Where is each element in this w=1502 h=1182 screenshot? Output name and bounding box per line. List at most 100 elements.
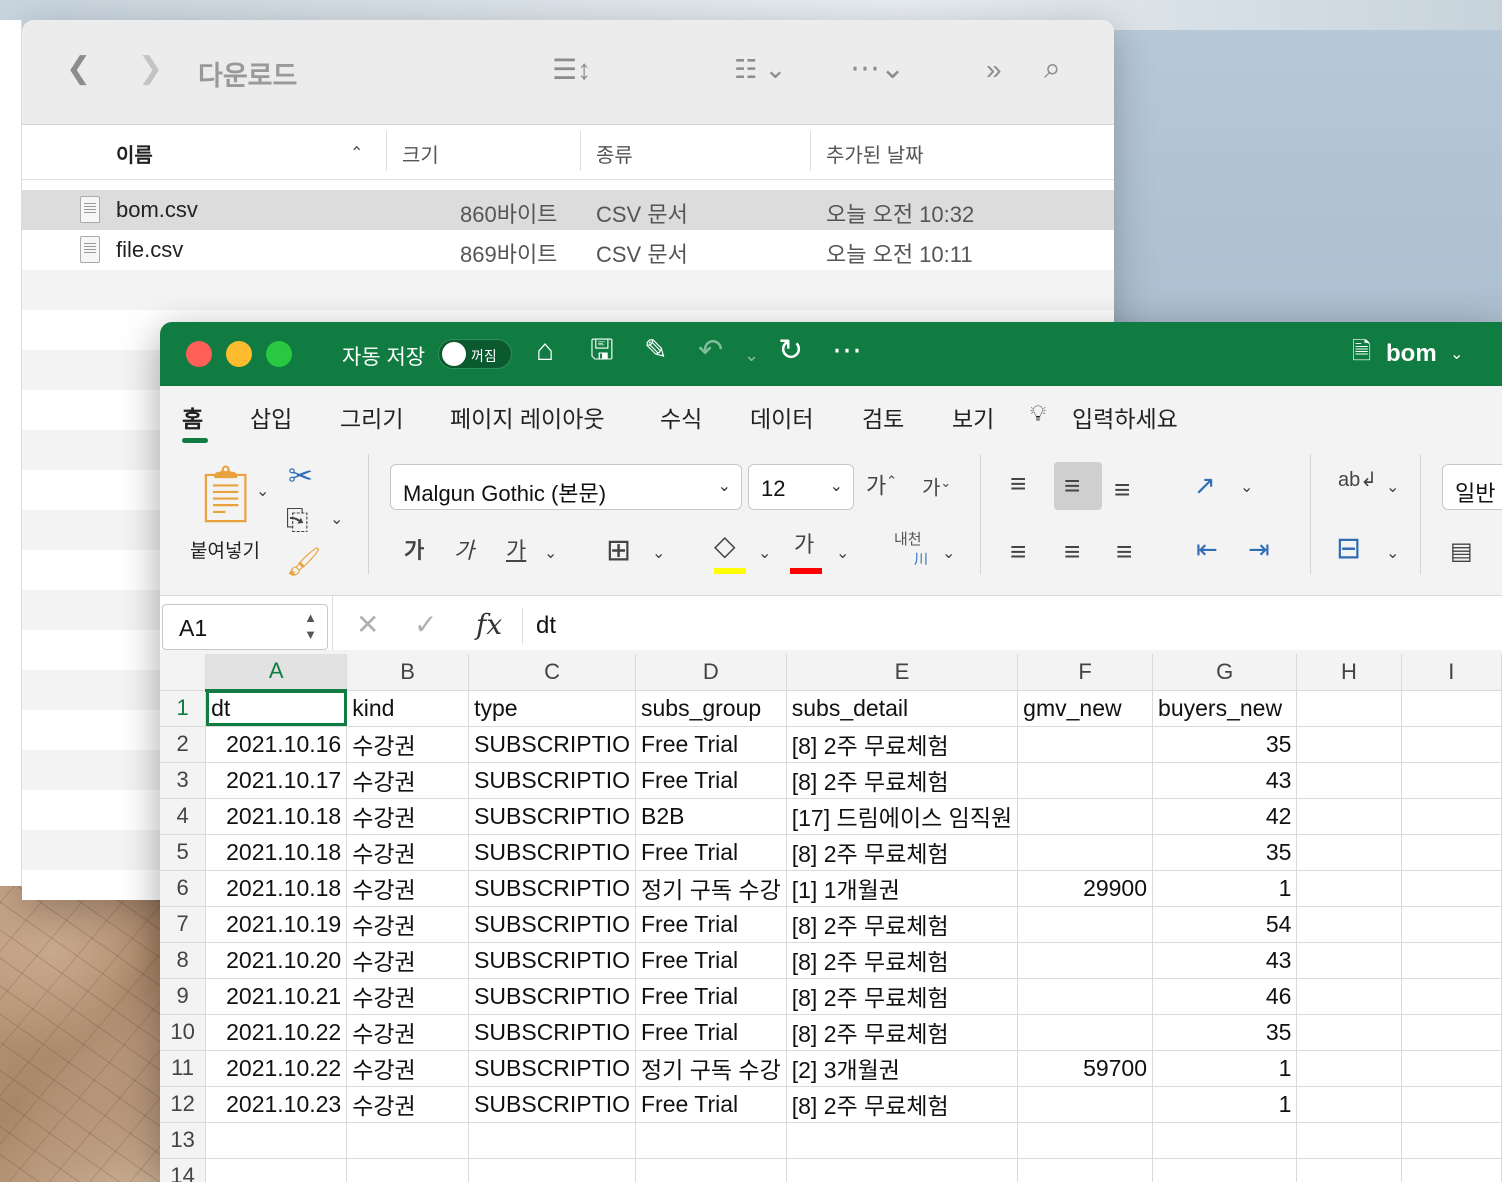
align-top-icon[interactable]: ≡: [1010, 470, 1026, 498]
column-size[interactable]: 크기: [402, 139, 439, 168]
cell[interactable]: [1296, 726, 1402, 763]
cell[interactable]: [205, 1158, 348, 1182]
save-icon[interactable]: 🖫: [590, 336, 614, 364]
cell[interactable]: SUBSCRIPTIO: [468, 942, 636, 979]
row-header[interactable]: 14: [160, 1158, 207, 1182]
tab-data[interactable]: 데이터: [750, 400, 813, 434]
cell[interactable]: [346, 1158, 470, 1182]
redo-icon[interactable]: ↻: [778, 336, 803, 366]
back-icon[interactable]: ❮: [66, 54, 91, 84]
column-header[interactable]: D: [635, 654, 787, 691]
cell[interactable]: [8] 2주 무료체험: [786, 1014, 1019, 1051]
cell[interactable]: [1401, 798, 1502, 835]
cell[interactable]: [1401, 726, 1502, 763]
cell[interactable]: [1296, 762, 1402, 799]
cell[interactable]: Free Trial: [635, 1086, 787, 1123]
column-header[interactable]: E: [786, 654, 1019, 691]
cell[interactable]: [1296, 690, 1402, 727]
cell[interactable]: [1017, 942, 1154, 979]
row-header[interactable]: 6: [160, 870, 207, 907]
cell[interactable]: 2021.10.20: [205, 942, 348, 979]
name-box-stepper-icon[interactable]: ▲ ▼: [304, 609, 317, 643]
cell[interactable]: [1017, 834, 1154, 871]
cell[interactable]: 43: [1152, 942, 1298, 979]
cell[interactable]: SUBSCRIPTIO: [468, 906, 636, 943]
column-header[interactable]: H: [1296, 654, 1402, 691]
cell[interactable]: [1401, 1014, 1502, 1051]
cell[interactable]: [468, 1122, 636, 1159]
column-kind[interactable]: 종류: [596, 139, 633, 168]
font-color-button[interactable]: 가: [794, 534, 814, 556]
format-painter-icon[interactable]: 🖌︎: [286, 548, 322, 576]
cell[interactable]: SUBSCRIPTIO: [468, 870, 636, 907]
close-button[interactable]: [186, 341, 212, 367]
tab-formulas[interactable]: 수식: [660, 400, 702, 434]
cell[interactable]: SUBSCRIPTIO: [468, 1014, 636, 1051]
cell[interactable]: SUBSCRIPTIO: [468, 798, 636, 835]
paste-dropdown-icon[interactable]: ⌄: [256, 484, 269, 500]
wrap-text-dropdown-icon[interactable]: ⌄: [1386, 480, 1399, 496]
merge-dropdown-icon[interactable]: ⌄: [1386, 546, 1399, 562]
phonetic-dropdown-icon[interactable]: ⌄: [942, 546, 955, 562]
overflow-icon[interactable]: »: [986, 56, 1002, 84]
cell[interactable]: 2021.10.22: [205, 1014, 348, 1051]
cell[interactable]: [1] 1개월권: [786, 870, 1019, 907]
list-view-icon[interactable]: ☰↕: [552, 56, 591, 84]
column-header[interactable]: I: [1401, 654, 1502, 691]
cell[interactable]: subs_detail: [786, 690, 1019, 727]
decrease-indent-icon[interactable]: ⇤: [1196, 536, 1218, 562]
align-bottom-icon[interactable]: ≡: [1114, 476, 1130, 504]
column-name[interactable]: 이름: [116, 139, 153, 168]
enter-icon[interactable]: ✓: [414, 608, 437, 641]
cell[interactable]: 수강권: [346, 1086, 470, 1123]
cell[interactable]: 수강권: [346, 870, 470, 907]
cell[interactable]: [1017, 1014, 1154, 1051]
cell[interactable]: SUBSCRIPTIO: [468, 726, 636, 763]
cell[interactable]: [1017, 798, 1154, 835]
more-icon[interactable]: ⋯: [832, 336, 862, 366]
cell[interactable]: subs_group: [635, 690, 787, 727]
cell[interactable]: [1401, 870, 1502, 907]
cell[interactable]: [8] 2주 무료체험: [786, 906, 1019, 943]
tab-view[interactable]: 보기: [952, 400, 994, 434]
fill-color-dropdown-icon[interactable]: ⌄: [758, 546, 771, 562]
cell[interactable]: SUBSCRIPTIO: [468, 762, 636, 799]
cell[interactable]: [8] 2주 무료체험: [786, 834, 1019, 871]
cell[interactable]: [1296, 870, 1402, 907]
cell[interactable]: 정기 구독 수강: [635, 870, 787, 907]
cell[interactable]: 2021.10.18: [205, 798, 348, 835]
cell[interactable]: [8] 2주 무료체험: [786, 726, 1019, 763]
title-chevron-icon[interactable]: ⌄: [1450, 344, 1463, 364]
cell[interactable]: [1017, 1122, 1154, 1159]
cell[interactable]: [1296, 1014, 1402, 1051]
row-header[interactable]: 13: [160, 1122, 207, 1159]
cell[interactable]: 수강권: [346, 942, 470, 979]
cell[interactable]: 59700: [1017, 1050, 1154, 1087]
minimize-button[interactable]: [226, 341, 252, 367]
column-header[interactable]: C: [468, 654, 636, 691]
cell[interactable]: 29900: [1017, 870, 1154, 907]
group-icon[interactable]: ☷ ⌄: [734, 56, 786, 82]
cell[interactable]: [1296, 1086, 1402, 1123]
cell[interactable]: [2] 3개월권: [786, 1050, 1019, 1087]
cell[interactable]: [1401, 834, 1502, 871]
cell[interactable]: [1152, 1158, 1298, 1182]
cell[interactable]: 2021.10.18: [205, 870, 348, 907]
cell[interactable]: B2B: [635, 798, 787, 835]
formula-input[interactable]: dt: [536, 612, 556, 640]
font-size-select[interactable]: 12 ⌄: [748, 464, 854, 510]
cell[interactable]: [468, 1158, 636, 1182]
cell[interactable]: 수강권: [346, 1050, 470, 1087]
cell[interactable]: 35: [1152, 834, 1298, 871]
row-header[interactable]: 7: [160, 906, 207, 943]
cell[interactable]: 수강권: [346, 762, 470, 799]
cell[interactable]: Free Trial: [635, 1014, 787, 1051]
number-format-select[interactable]: 일반: [1442, 464, 1502, 510]
cell[interactable]: gmv_new: [1017, 690, 1154, 727]
paste-icon[interactable]: 📋︎: [190, 466, 261, 522]
paste-label[interactable]: 붙여넣기: [190, 542, 260, 561]
copy-icon[interactable]: ⎘: [286, 506, 308, 534]
cell[interactable]: 2021.10.23: [205, 1086, 348, 1123]
tab-insert[interactable]: 삽입: [250, 400, 292, 434]
cell[interactable]: 수강권: [346, 726, 470, 763]
